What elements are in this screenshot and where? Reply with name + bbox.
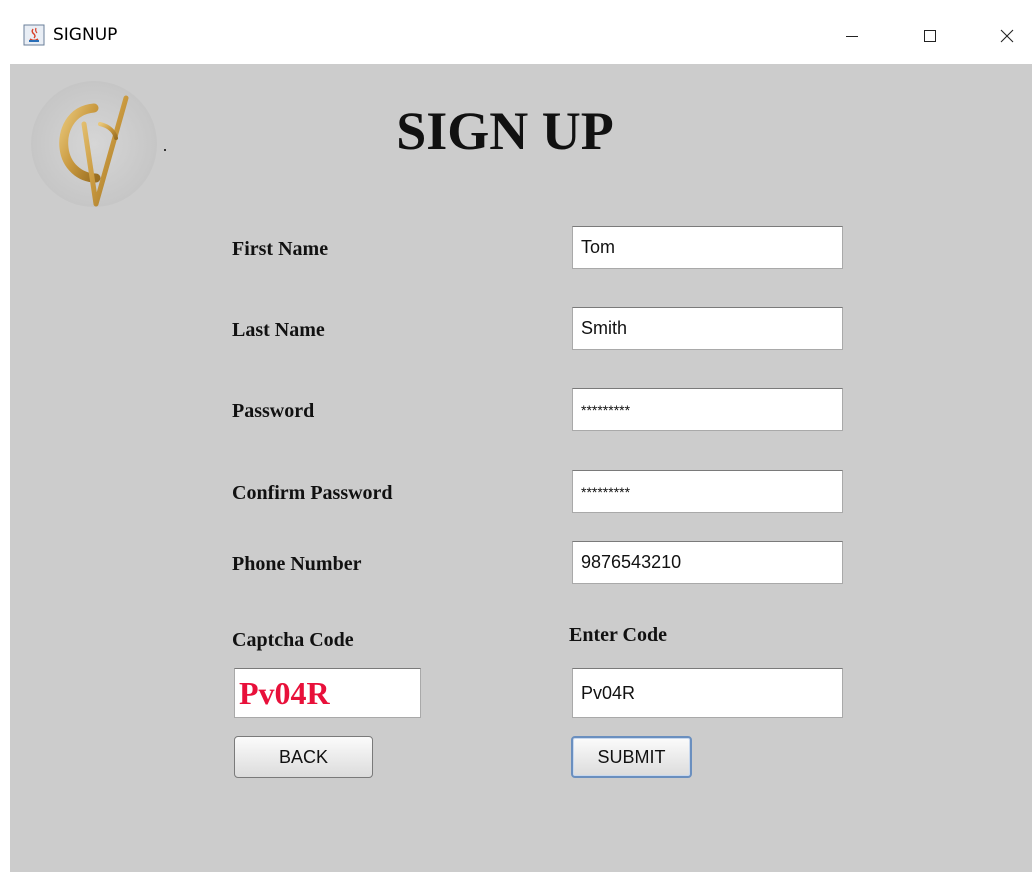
captcha-code-display: Pv04R xyxy=(234,668,421,718)
enter-code-label: Enter Code xyxy=(569,624,667,646)
signup-panel xyxy=(10,64,1032,872)
enter-code-field[interactable]: Pv04R xyxy=(572,668,843,718)
password-label: Password xyxy=(232,400,315,422)
minimize-icon xyxy=(846,36,858,37)
back-button[interactable]: BACK xyxy=(234,736,373,778)
close-icon xyxy=(1000,29,1014,43)
signup-window: SIGNUP SIGN UP First Name Last Name Pass… xyxy=(0,0,1032,872)
captcha-code-label: Captcha Code xyxy=(232,629,354,651)
minimize-button[interactable] xyxy=(830,16,874,56)
maximize-icon xyxy=(924,30,936,42)
java-app-icon xyxy=(23,24,45,46)
confirm-password-field[interactable]: ********* xyxy=(572,470,843,513)
maximize-button[interactable] xyxy=(908,16,952,56)
phone-number-label: Phone Number xyxy=(232,553,362,575)
cv-logo-icon xyxy=(31,81,157,207)
first-name-label: First Name xyxy=(232,238,329,260)
window-title: SIGNUP xyxy=(53,25,118,45)
close-button[interactable] xyxy=(985,16,1029,56)
submit-button[interactable]: SUBMIT xyxy=(571,736,692,778)
phone-number-field[interactable]: 9876543210 xyxy=(572,541,843,584)
decorative-dot xyxy=(164,149,166,151)
confirm-password-label: Confirm Password xyxy=(232,482,393,504)
first-name-field[interactable]: Tom xyxy=(572,226,843,269)
password-field[interactable]: ********* xyxy=(572,388,843,431)
title-bar[interactable]: SIGNUP xyxy=(0,0,1032,64)
last-name-field[interactable]: Smith xyxy=(572,307,843,350)
last-name-label: Last Name xyxy=(232,319,325,341)
page-title: SIGN UP xyxy=(396,101,614,161)
